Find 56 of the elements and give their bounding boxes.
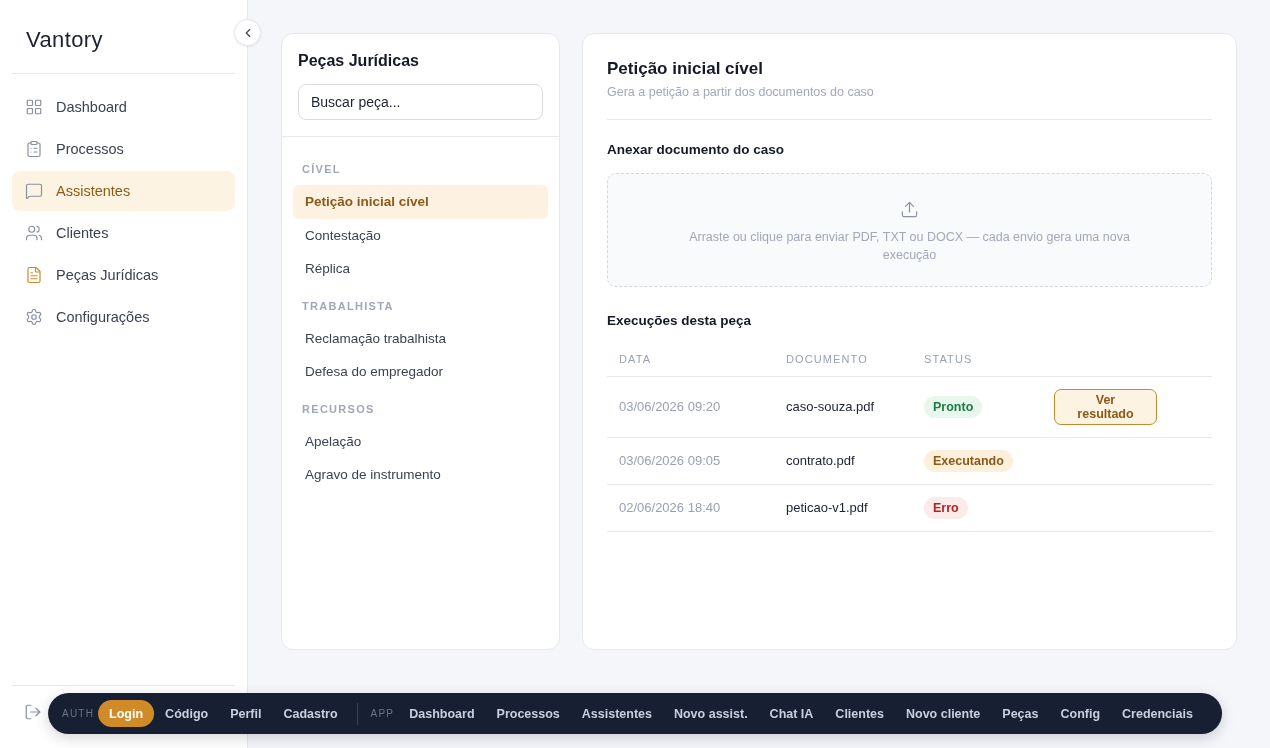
piece-item[interactable]: Petição inicial cível: [293, 185, 548, 219]
nav-link[interactable]: Novo assist.: [662, 700, 759, 727]
view-result-button[interactable]: Ver resultado: [1054, 389, 1157, 425]
date-cell: 03/06/2026 09:20: [607, 376, 774, 438]
logo: Vantory: [26, 27, 103, 53]
logout-icon: [24, 703, 42, 721]
column-header: DATA: [607, 348, 774, 377]
sidebar-item[interactable]: Configurações: [12, 297, 235, 337]
file-name-cell: contrato.pdf: [774, 437, 912, 485]
piece-item[interactable]: Apelação: [293, 424, 548, 458]
status-badge: Pronto: [924, 396, 983, 418]
sidebar-item[interactable]: Clientes: [12, 213, 235, 253]
status-badge: Erro: [924, 497, 968, 519]
nav-link[interactable]: Peças: [991, 700, 1050, 727]
column-header: DOCUMENTO: [774, 348, 912, 377]
piece-item[interactable]: Agravo de instrumento: [293, 458, 548, 492]
group-label: TRABALHISTA: [301, 298, 395, 314]
nav-link[interactable]: Processos: [485, 700, 571, 727]
group-label: APP: [370, 708, 395, 719]
group-label: RECURSOS: [301, 401, 376, 417]
piece-item[interactable]: Reclamação trabalhista: [293, 321, 548, 355]
nav-link[interactable]: Chat IA: [758, 700, 825, 727]
group-label: AUTH: [62, 708, 95, 719]
sidebar-item[interactable]: Assistentes: [12, 171, 235, 211]
file-name-cell: caso-souza.pdf: [774, 376, 912, 438]
piece-item[interactable]: Réplica: [293, 252, 548, 286]
detail-title: Petição inicial cível: [607, 58, 763, 80]
sidebar-item[interactable]: Dashboard: [12, 87, 235, 127]
panel-title: Peças Jurídicas: [298, 51, 420, 71]
nav-link[interactable]: Novo cliente: [895, 700, 992, 727]
group-label: CÍVEL: [301, 162, 342, 177]
section-title: Anexar documento do caso: [607, 141, 785, 159]
nav-link[interactable]: Clientes: [824, 700, 895, 727]
nav-link[interactable]: Credenciais: [1111, 700, 1204, 727]
column-header: STATUS: [912, 348, 1042, 377]
nav-link[interactable]: Código: [154, 700, 220, 727]
file-name-cell: peticao-v1.pdf: [774, 484, 912, 532]
nav-link[interactable]: Cadastro: [272, 700, 349, 727]
piece-item[interactable]: Defesa do empregador: [293, 355, 548, 389]
date-cell: 02/06/2026 18:40: [607, 484, 774, 532]
nav-link[interactable]: Config: [1049, 700, 1112, 727]
sidebar-item[interactable]: Processos: [12, 129, 235, 169]
upload-icon: [900, 200, 919, 219]
detail-subtitle: Gera a petição a partir dos documentos do caso: [607, 84, 874, 100]
collapse-button[interactable]: [234, 19, 261, 46]
piece-item[interactable]: Contestação: [293, 218, 548, 252]
date-cell: 03/06/2026 09:05: [607, 437, 774, 485]
logout-button[interactable]: [24, 703, 42, 721]
section-title: Execuções desta peça: [607, 312, 752, 330]
sidebar-item[interactable]: Peças Jurídicas: [12, 255, 235, 295]
search-field[interactable]: Buscar peça...: [298, 84, 543, 120]
status-badge: Executando: [924, 450, 1013, 472]
nav-link[interactable]: Perfil: [219, 700, 273, 727]
nav-link[interactable]: Dashboard: [398, 700, 486, 727]
upload-hint: Arraste ou clique para enviar PDF, TXT ou DOCX — cada envio gera uma nova execução: [688, 229, 1131, 264]
nav-link[interactable]: Assistentes: [570, 700, 663, 727]
